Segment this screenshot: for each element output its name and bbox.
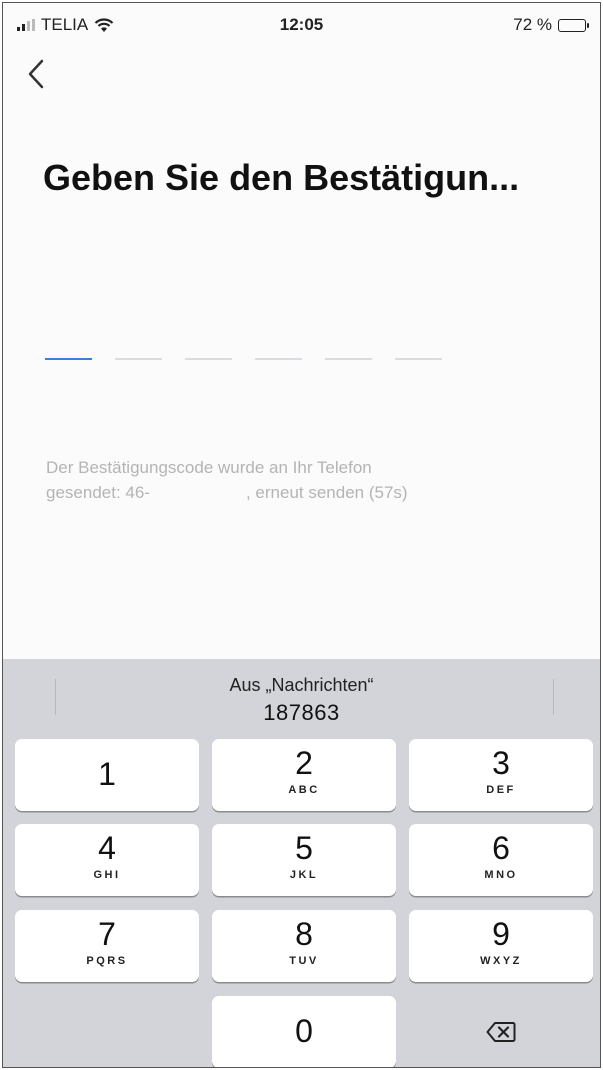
page-title: Geben Sie den Bestätigun... [43,157,520,198]
battery-icon [558,18,589,32]
numeric-keyboard: Aus „Nachrichten“ 187863 1 2 ABC 3 DEF 4 GHI 5 J… [3,659,600,1067]
delete-button[interactable] [409,996,593,1067]
key-7[interactable]: 7 PQRS [15,910,199,982]
key-letters: PQRS [86,955,128,967]
battery-percent: 72 % [513,15,552,34]
verification-code-input[interactable] [45,358,442,360]
code-slot [45,358,92,360]
key-9[interactable]: 9 WXYZ [409,910,593,982]
key-digit: 2 [295,745,313,781]
suggestion-source: Aus „Nachrichten“ [229,675,374,695]
autofill-suggestion[interactable]: Aus „Nachrichten“ 187863 [3,659,600,731]
status-bar: TELIA 12:05 72 % [3,3,600,49]
code-slot [115,358,162,360]
key-1[interactable]: 1 [15,739,199,811]
key-letters: JKL [289,869,319,881]
code-slot [325,358,372,360]
key-3[interactable]: 3 DEF [409,739,593,811]
key-6[interactable]: 6 MNO [409,824,593,896]
status-right: 72 % [513,15,589,35]
key-letters: MNO [484,869,518,881]
status-time: 12:05 [279,15,324,34]
key-digit: 5 [295,830,313,866]
key-letters: ABC [288,784,320,796]
key-digit: 9 [492,916,510,952]
key-4[interactable]: 4 GHI [15,824,199,896]
key-0[interactable]: 0 [212,996,396,1067]
key-digit: 6 [492,830,510,866]
key-letters: TUV [289,955,319,967]
suggestion-code: 187863 [263,700,340,725]
backspace-icon [486,1022,516,1042]
code-slot [255,358,302,360]
key-digit: 0 [295,1013,313,1049]
key-2[interactable]: 2 ABC [212,739,396,811]
phone-screen: TELIA 12:05 72 % Geben Sie den Bestätigu… [2,2,601,1068]
resend-link[interactable]: , erneut senden (57s) [246,483,408,502]
back-button[interactable] [27,59,57,95]
key-digit: 1 [98,756,116,792]
chevron-left-icon [28,59,44,89]
key-letters: WXYZ [480,955,522,967]
key-digit: 4 [98,830,116,866]
info-line-1: Der Bestätigungscode wurde an Ihr Telefo… [46,458,372,477]
key-letters: GHI [93,869,121,881]
code-slot [395,358,442,360]
key-digit: 8 [295,916,313,952]
code-slot [185,358,232,360]
key-letters: DEF [486,784,516,796]
verification-info: Der Bestätigungscode wurde an Ihr Telefo… [46,455,566,505]
key-5[interactable]: 5 JKL [212,824,396,896]
key-digit: 7 [98,916,116,952]
info-sent-prefix: gesendet: 46- [46,483,150,502]
key-8[interactable]: 8 TUV [212,910,396,982]
key-digit: 3 [492,745,510,781]
